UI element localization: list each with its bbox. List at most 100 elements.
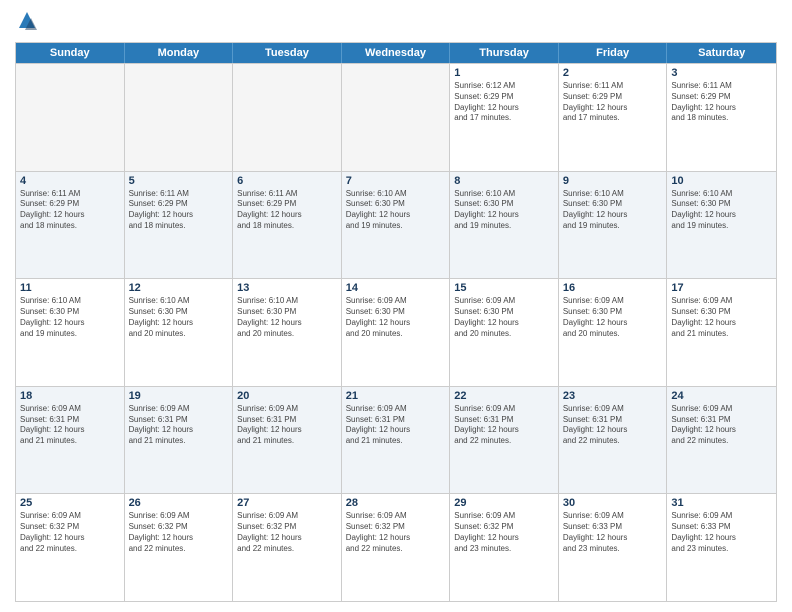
day-headers: Sunday Monday Tuesday Wednesday Thursday…: [16, 43, 776, 63]
day-number: 24: [671, 390, 772, 402]
day-number: 23: [563, 390, 663, 402]
header-friday: Friday: [559, 43, 668, 63]
day-info: Sunrise: 6:09 AM Sunset: 6:32 PM Dayligh…: [346, 511, 446, 554]
day-cell: 3 Sunrise: 6:11 AM Sunset: 6:29 PM Daylig…: [667, 64, 776, 171]
day-info: Sunrise: 6:11 AM Sunset: 6:29 PM Dayligh…: [563, 81, 663, 124]
day-number: 6: [237, 175, 337, 187]
day-number: 10: [671, 175, 772, 187]
day-cell: 23 Sunrise: 6:09 AM Sunset: 6:31 PM Dayli…: [559, 387, 668, 494]
day-cell: 20 Sunrise: 6:09 AM Sunset: 6:31 PM Dayli…: [233, 387, 342, 494]
day-cell: 13 Sunrise: 6:10 AM Sunset: 6:30 PM Dayli…: [233, 279, 342, 386]
day-number: 11: [20, 282, 120, 294]
day-info: Sunrise: 6:09 AM Sunset: 6:31 PM Dayligh…: [454, 404, 554, 447]
day-info: Sunrise: 6:09 AM Sunset: 6:32 PM Dayligh…: [129, 511, 229, 554]
day-cell: 1 Sunrise: 6:12 AM Sunset: 6:29 PM Daylig…: [450, 64, 559, 171]
day-info: Sunrise: 6:10 AM Sunset: 6:30 PM Dayligh…: [563, 189, 663, 232]
day-cell: 17 Sunrise: 6:09 AM Sunset: 6:30 PM Dayli…: [667, 279, 776, 386]
day-number: 21: [346, 390, 446, 402]
day-info: Sunrise: 6:10 AM Sunset: 6:30 PM Dayligh…: [20, 296, 120, 339]
day-number: 17: [671, 282, 772, 294]
day-info: Sunrise: 6:09 AM Sunset: 6:30 PM Dayligh…: [454, 296, 554, 339]
day-cell: [233, 64, 342, 171]
day-number: 13: [237, 282, 337, 294]
day-cell: 30Sunrise: 6:09 AM Sunset: 6:33 PM Dayli…: [559, 494, 668, 601]
day-cell: 14Sunrise: 6:09 AM Sunset: 6:30 PM Dayli…: [342, 279, 451, 386]
calendar: Sunday Monday Tuesday Wednesday Thursday…: [15, 42, 777, 602]
day-cell: [342, 64, 451, 171]
day-info: Sunrise: 6:10 AM Sunset: 6:30 PM Dayligh…: [129, 296, 229, 339]
day-cell: 11 Sunrise: 6:10 AM Sunset: 6:30 PM Dayli…: [16, 279, 125, 386]
header-tuesday: Tuesday: [233, 43, 342, 63]
day-info: Sunrise: 6:11 AM Sunset: 6:29 PM Dayligh…: [671, 81, 772, 124]
logo: [15, 10, 43, 34]
day-number: 7: [346, 175, 446, 187]
day-cell: 26 Sunrise: 6:09 AM Sunset: 6:32 PM Dayli…: [125, 494, 234, 601]
day-cell: 28Sunrise: 6:09 AM Sunset: 6:32 PM Dayli…: [342, 494, 451, 601]
day-info: Sunrise: 6:09 AM Sunset: 6:30 PM Dayligh…: [563, 296, 663, 339]
day-number: 30: [563, 497, 663, 509]
day-info: Sunrise: 6:09 AM Sunset: 6:32 PM Dayligh…: [237, 511, 337, 554]
day-cell: 31 Sunrise: 6:09 AM Sunset: 6:33 PM Dayli…: [667, 494, 776, 601]
day-cell: 21 Sunrise: 6:09 AM Sunset: 6:31 PM Dayli…: [342, 387, 451, 494]
day-info: Sunrise: 6:09 AM Sunset: 6:31 PM Dayligh…: [346, 404, 446, 447]
day-cell: 24 Sunrise: 6:09 AM Sunset: 6:31 PM Dayli…: [667, 387, 776, 494]
day-number: 8: [454, 175, 554, 187]
day-number: 18: [20, 390, 120, 402]
day-cell: 25 Sunrise: 6:09 AM Sunset: 6:32 PM Dayli…: [16, 494, 125, 601]
week-row-4: 25 Sunrise: 6:09 AM Sunset: 6:32 PM Dayli…: [16, 493, 776, 601]
day-cell: 9 Sunrise: 6:10 AM Sunset: 6:30 PM Daylig…: [559, 172, 668, 279]
day-number: 5: [129, 175, 229, 187]
day-number: 27: [237, 497, 337, 509]
page: Sunday Monday Tuesday Wednesday Thursday…: [0, 0, 792, 612]
day-info: Sunrise: 6:11 AM Sunset: 6:29 PM Dayligh…: [20, 189, 120, 232]
day-cell: 15 Sunrise: 6:09 AM Sunset: 6:30 PM Dayli…: [450, 279, 559, 386]
day-number: 19: [129, 390, 229, 402]
day-number: 16: [563, 282, 663, 294]
week-row-2: 11 Sunrise: 6:10 AM Sunset: 6:30 PM Dayli…: [16, 278, 776, 386]
day-info: Sunrise: 6:10 AM Sunset: 6:30 PM Dayligh…: [671, 189, 772, 232]
day-cell: [125, 64, 234, 171]
day-info: Sunrise: 6:09 AM Sunset: 6:32 PM Dayligh…: [454, 511, 554, 554]
day-info: Sunrise: 6:09 AM Sunset: 6:30 PM Dayligh…: [346, 296, 446, 339]
week-row-0: 1 Sunrise: 6:12 AM Sunset: 6:29 PM Daylig…: [16, 63, 776, 171]
day-number: 12: [129, 282, 229, 294]
day-info: Sunrise: 6:10 AM Sunset: 6:30 PM Dayligh…: [237, 296, 337, 339]
day-info: Sunrise: 6:10 AM Sunset: 6:30 PM Dayligh…: [454, 189, 554, 232]
day-info: Sunrise: 6:09 AM Sunset: 6:33 PM Dayligh…: [671, 511, 772, 554]
day-number: 22: [454, 390, 554, 402]
day-number: 31: [671, 497, 772, 509]
day-cell: [16, 64, 125, 171]
logo-icon: [15, 10, 39, 34]
day-number: 29: [454, 497, 554, 509]
day-info: Sunrise: 6:11 AM Sunset: 6:29 PM Dayligh…: [237, 189, 337, 232]
day-info: Sunrise: 6:09 AM Sunset: 6:31 PM Dayligh…: [129, 404, 229, 447]
day-cell: 7 Sunrise: 6:10 AM Sunset: 6:30 PM Daylig…: [342, 172, 451, 279]
day-info: Sunrise: 6:10 AM Sunset: 6:30 PM Dayligh…: [346, 189, 446, 232]
calendar-grid: 1 Sunrise: 6:12 AM Sunset: 6:29 PM Daylig…: [16, 63, 776, 601]
day-info: Sunrise: 6:09 AM Sunset: 6:31 PM Dayligh…: [563, 404, 663, 447]
day-number: 1: [454, 67, 554, 79]
day-number: 15: [454, 282, 554, 294]
day-info: Sunrise: 6:12 AM Sunset: 6:29 PM Dayligh…: [454, 81, 554, 124]
day-info: Sunrise: 6:11 AM Sunset: 6:29 PM Dayligh…: [129, 189, 229, 232]
day-cell: 12 Sunrise: 6:10 AM Sunset: 6:30 PM Dayli…: [125, 279, 234, 386]
day-info: Sunrise: 6:09 AM Sunset: 6:31 PM Dayligh…: [671, 404, 772, 447]
day-number: 20: [237, 390, 337, 402]
header-sunday: Sunday: [16, 43, 125, 63]
day-info: Sunrise: 6:09 AM Sunset: 6:32 PM Dayligh…: [20, 511, 120, 554]
day-number: 26: [129, 497, 229, 509]
day-cell: 5 Sunrise: 6:11 AM Sunset: 6:29 PM Daylig…: [125, 172, 234, 279]
header-wednesday: Wednesday: [342, 43, 451, 63]
day-number: 9: [563, 175, 663, 187]
day-number: 25: [20, 497, 120, 509]
header-monday: Monday: [125, 43, 234, 63]
day-cell: 18Sunrise: 6:09 AM Sunset: 6:31 PM Dayli…: [16, 387, 125, 494]
day-number: 3: [671, 67, 772, 79]
day-cell: 22 Sunrise: 6:09 AM Sunset: 6:31 PM Dayli…: [450, 387, 559, 494]
day-cell: 6 Sunrise: 6:11 AM Sunset: 6:29 PM Daylig…: [233, 172, 342, 279]
day-info: Sunrise: 6:09 AM Sunset: 6:31 PM Dayligh…: [237, 404, 337, 447]
day-cell: 2Sunrise: 6:11 AM Sunset: 6:29 PM Daylig…: [559, 64, 668, 171]
header-thursday: Thursday: [450, 43, 559, 63]
day-info: Sunrise: 6:09 AM Sunset: 6:30 PM Dayligh…: [671, 296, 772, 339]
day-number: 4: [20, 175, 120, 187]
